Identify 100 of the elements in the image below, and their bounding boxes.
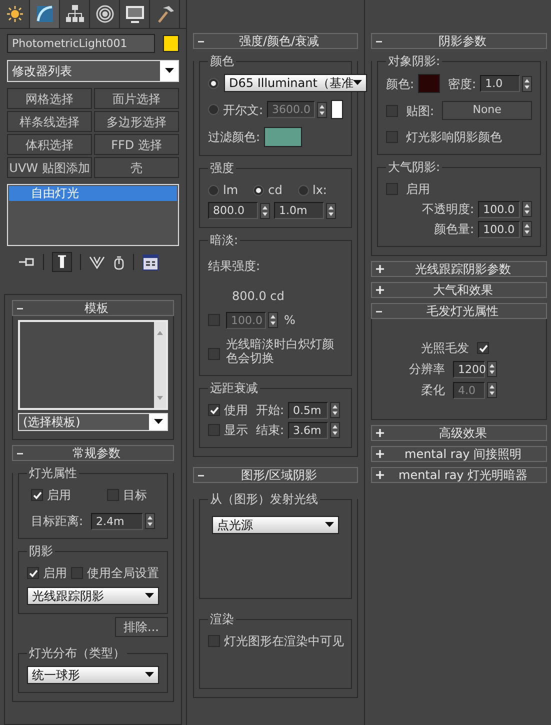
checkmark-icon bbox=[32, 490, 42, 500]
rollout-header[interactable]: 强度/颜色/衰减 bbox=[193, 33, 358, 49]
field-label: 密度: bbox=[448, 76, 476, 92]
radio-label: lx: bbox=[312, 182, 327, 199]
group-title: 强度 bbox=[208, 160, 236, 176]
spinner-arrows-icon[interactable] bbox=[268, 312, 278, 328]
checkbox[interactable] bbox=[27, 567, 39, 579]
checkbox[interactable] bbox=[208, 348, 220, 360]
spinner-arrows-icon[interactable] bbox=[522, 221, 532, 237]
field-label: 开尔文: bbox=[223, 102, 264, 118]
checkbox[interactable] bbox=[71, 567, 83, 579]
color-swatch[interactable] bbox=[163, 35, 179, 52]
checkbox-label: 灯光影响阴影颜色 bbox=[406, 129, 502, 146]
rollout-header[interactable]: mental ray 间接照明 bbox=[371, 446, 548, 462]
map-button[interactable]: None bbox=[442, 101, 532, 120]
dropdown[interactable]: 统一球形 bbox=[27, 666, 159, 684]
spinner-arrows-icon[interactable] bbox=[260, 202, 270, 218]
spinner-arrows-icon[interactable] bbox=[330, 402, 340, 418]
color-swatch[interactable] bbox=[418, 74, 440, 93]
rollout-header[interactable]: mental ray 灯光明暗器 bbox=[371, 467, 548, 483]
group-title: 对象阴影: bbox=[386, 53, 442, 69]
modifier-button[interactable]: 面片选择 bbox=[94, 88, 179, 109]
modifier-button[interactable]: UVW 贴图添加 bbox=[7, 157, 92, 178]
radio-button[interactable] bbox=[298, 184, 308, 196]
field-label: 不透明度: bbox=[422, 201, 474, 218]
hierarchy-tab-icon bbox=[64, 3, 86, 25]
number-field[interactable]: 100.0 bbox=[478, 220, 520, 238]
number-field[interactable]: 100.0 bbox=[478, 200, 520, 218]
group-title: 灯光分布（类型） bbox=[27, 645, 127, 661]
number-field[interactable]: 1200 bbox=[453, 360, 486, 378]
rollout-header[interactable]: 常规参数 bbox=[12, 445, 174, 461]
dropdown[interactable]: 点光源 bbox=[212, 516, 339, 534]
color-swatch[interactable] bbox=[264, 127, 302, 147]
radio-button[interactable] bbox=[208, 78, 219, 88]
caret-icon bbox=[145, 672, 154, 678]
number-field[interactable]: 2.4m bbox=[91, 512, 144, 530]
rollout-header[interactable]: 毛发灯光属性 bbox=[371, 303, 548, 319]
spinner-arrows-icon[interactable] bbox=[522, 201, 532, 217]
caret-icon bbox=[164, 68, 174, 74]
caret-icon bbox=[154, 419, 162, 425]
checkbox[interactable] bbox=[107, 489, 119, 501]
rollout-header[interactable]: 大气和效果 bbox=[371, 282, 548, 298]
modifier-button[interactable]: FFD 选择 bbox=[94, 134, 179, 155]
modifier-button[interactable]: 样条线选择 bbox=[7, 111, 92, 132]
show-result-icon[interactable] bbox=[52, 252, 72, 272]
modifier-button[interactable]: 网格选择 bbox=[7, 88, 92, 109]
configure-icon[interactable] bbox=[142, 254, 159, 270]
dropdown[interactable]: 修改器列表 bbox=[7, 60, 179, 82]
rollout-header[interactable]: 高级效果 bbox=[371, 425, 548, 441]
number-field[interactable]: 1.0m bbox=[274, 202, 324, 219]
spinner-arrows-icon[interactable] bbox=[487, 382, 498, 398]
checkbox[interactable] bbox=[208, 404, 220, 416]
checkbox[interactable] bbox=[31, 489, 43, 501]
checkbox[interactable] bbox=[386, 183, 398, 195]
checkbox[interactable] bbox=[477, 342, 490, 354]
checkmark-icon bbox=[210, 406, 218, 414]
field-label: 目标距离: bbox=[31, 513, 84, 530]
dropdown[interactable]: (选择模板) bbox=[18, 413, 168, 431]
plus-icon bbox=[376, 265, 384, 273]
dropdown[interactable]: D65 Illuminant（基准 bbox=[224, 74, 368, 92]
rollout-header[interactable]: 光线跟踪阴影参数 bbox=[371, 261, 548, 277]
modifier-button[interactable]: 多边形选择 bbox=[94, 111, 179, 132]
modifier-button[interactable]: 壳 bbox=[94, 157, 179, 178]
field-label: 颜色量: bbox=[434, 221, 474, 238]
checkbox[interactable] bbox=[386, 104, 398, 116]
rollout-header[interactable]: 模板 bbox=[12, 300, 174, 316]
group-title: 从（图形）发射光线 bbox=[208, 491, 320, 507]
spinner-arrows-icon[interactable] bbox=[487, 361, 498, 377]
scrollbar[interactable] bbox=[154, 322, 166, 408]
checkbox-label: 启用 bbox=[43, 565, 67, 582]
rollout-header[interactable]: 图形/区域阴影 bbox=[193, 467, 358, 483]
group-title: 渲染 bbox=[208, 611, 236, 627]
number-field[interactable]: 3.6m bbox=[288, 422, 328, 438]
radio-button[interactable] bbox=[253, 184, 264, 196]
exclude-button[interactable]: 排除... bbox=[114, 617, 168, 637]
checkbox-label: 使用 bbox=[224, 402, 248, 419]
group-title: 暗淡: bbox=[208, 232, 240, 248]
spinner-arrows-icon[interactable] bbox=[317, 102, 328, 118]
checkbox-label: 光照毛发 bbox=[421, 340, 470, 357]
number-field[interactable]: 1.0 bbox=[480, 75, 520, 92]
checkbox[interactable] bbox=[386, 131, 398, 143]
pin-icon[interactable] bbox=[19, 257, 35, 267]
spinner-arrows-icon[interactable] bbox=[330, 422, 340, 438]
spinner-arrows-icon[interactable] bbox=[522, 76, 532, 92]
spinner-arrows-icon[interactable] bbox=[145, 513, 156, 529]
spinner-arrows-icon[interactable] bbox=[326, 202, 336, 218]
group-title: 灯光属性 bbox=[27, 465, 79, 481]
rollout-header[interactable]: 阴影参数 bbox=[371, 33, 548, 49]
plus-icon bbox=[376, 429, 384, 437]
checkbox[interactable] bbox=[208, 635, 220, 647]
number-field[interactable]: 0.5m bbox=[288, 402, 328, 418]
number-field[interactable]: 800.0 bbox=[208, 202, 258, 219]
stack-item[interactable]: 自由灯光 bbox=[9, 186, 177, 201]
checkbox[interactable] bbox=[208, 424, 220, 436]
radio-button[interactable] bbox=[208, 184, 219, 196]
panel-tab[interactable] bbox=[30, 0, 60, 28]
object-name-field[interactable]: PhotometricLight001 bbox=[7, 34, 155, 53]
modifier-button[interactable]: 体积选择 bbox=[7, 134, 92, 155]
dropdown[interactable]: 光线跟踪阴影 bbox=[27, 587, 159, 605]
group-title: 大气阴影: bbox=[386, 159, 442, 175]
